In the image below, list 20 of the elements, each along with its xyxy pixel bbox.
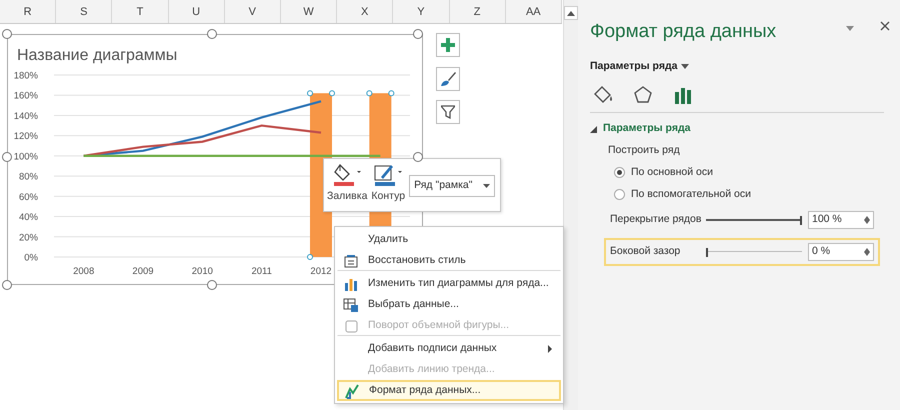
chart-title: Название диаграммы bbox=[17, 46, 178, 66]
pane-title: Формат ряда данных bbox=[590, 20, 776, 44]
y-axis-label: 100% bbox=[14, 151, 38, 162]
y-axis-label: 80% bbox=[18, 172, 38, 183]
y-axis-label: 0% bbox=[24, 252, 38, 264]
y-axis-label: 40% bbox=[18, 212, 38, 224]
y-axis-label: 160% bbox=[14, 90, 38, 102]
y-axis-label: 180% bbox=[14, 70, 38, 82]
x-axis-label: 2008 bbox=[73, 266, 94, 277]
slider-label: Боковой зазор bbox=[610, 244, 682, 260]
x-axis-label: 2009 bbox=[132, 266, 154, 277]
plot-series-label: Построить ряд bbox=[608, 143, 681, 158]
y-axis-label: 20% bbox=[18, 232, 38, 244]
y-axis-label: 140% bbox=[14, 110, 38, 122]
y-axis-label: 60% bbox=[18, 192, 38, 203]
y-axis-label: 120% bbox=[14, 131, 38, 142]
slider-label: Перекрытие рядов bbox=[610, 212, 702, 228]
x-axis-label: 2012 bbox=[310, 266, 332, 277]
x-axis-label: 2011 bbox=[251, 266, 272, 277]
x-axis-label: 2010 bbox=[192, 266, 213, 277]
